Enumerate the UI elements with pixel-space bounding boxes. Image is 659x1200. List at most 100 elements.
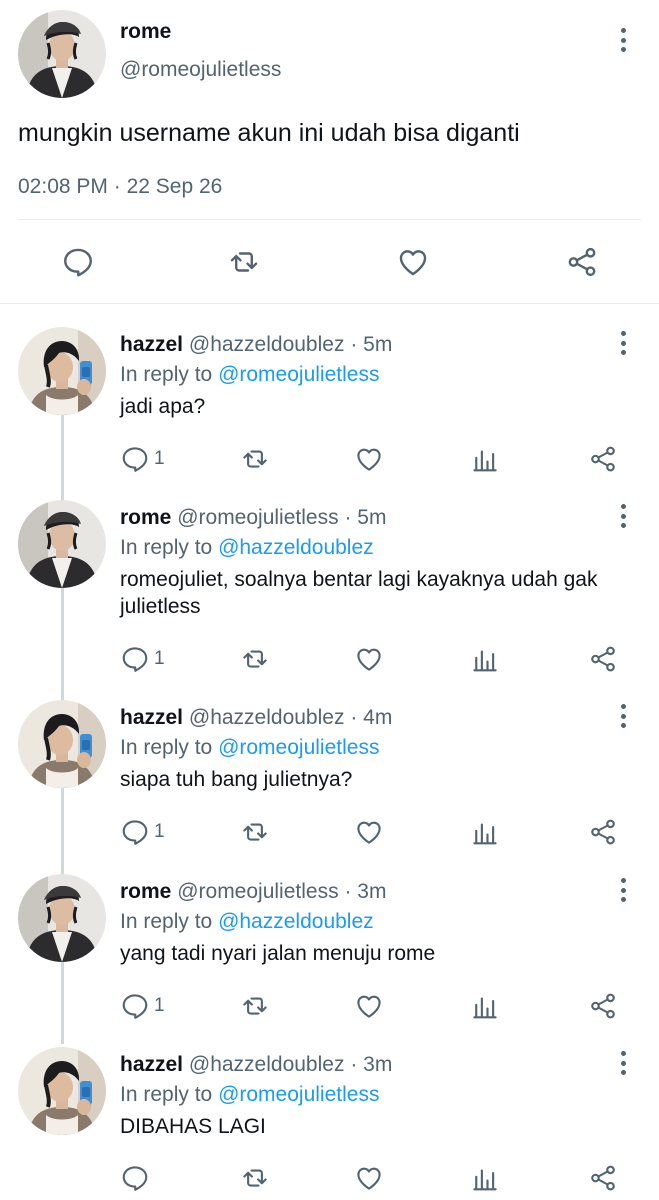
reply-icon (120, 991, 150, 1021)
like-button[interactable] (354, 1161, 384, 1195)
reply-actions: 1 (0, 442, 659, 476)
reply-button[interactable] (120, 1161, 154, 1195)
share-icon (565, 245, 599, 279)
avatar[interactable] (18, 10, 106, 98)
analytics-button[interactable] (470, 642, 500, 676)
author-handle[interactable]: @romeojulietless (177, 880, 338, 903)
reply-icon (120, 444, 150, 474)
reply-header: hazzel @hazzeldoublez · 4m (120, 706, 392, 730)
reply-count: 1 (154, 448, 165, 469)
author-handle[interactable]: @hazzeldoublez (189, 1053, 345, 1076)
share-icon (588, 991, 618, 1021)
analytics-button[interactable] (470, 442, 500, 476)
reply-button[interactable] (56, 240, 100, 284)
like-icon (396, 245, 430, 279)
share-button[interactable] (560, 240, 604, 284)
retweet-button[interactable] (240, 1161, 270, 1195)
reply-age: · 5m (344, 506, 387, 529)
more-options-icon[interactable] (612, 876, 634, 904)
share-icon (588, 817, 618, 847)
avatar[interactable] (18, 874, 106, 962)
analytics-button[interactable] (470, 989, 500, 1023)
share-button[interactable] (588, 1161, 618, 1195)
like-button[interactable] (354, 442, 384, 476)
more-options-icon[interactable] (612, 502, 634, 530)
retweet-button[interactable] (240, 989, 270, 1023)
reply-icon (61, 245, 95, 279)
reply-header: rome @romeojulietless · 3m (120, 880, 386, 904)
avatar[interactable] (18, 1047, 106, 1135)
reply-age: · 5m (350, 333, 393, 356)
retweet-icon (240, 817, 270, 847)
share-icon (588, 1163, 618, 1193)
analytics-button[interactable] (470, 815, 500, 849)
author-handle[interactable]: @romeojulietless (120, 58, 281, 82)
like-button[interactable] (391, 240, 435, 284)
author-handle[interactable]: @romeojulietless (177, 506, 338, 529)
reply-button[interactable]: 1 (120, 815, 165, 849)
avatar[interactable] (18, 327, 106, 415)
analytics-button[interactable] (470, 1161, 500, 1195)
timestamp-separator: · (113, 175, 121, 198)
reply-icon (120, 1163, 150, 1193)
share-button[interactable] (588, 815, 618, 849)
like-icon (354, 644, 384, 674)
more-options-icon[interactable] (612, 26, 634, 54)
in-reply-label: In reply to (120, 736, 213, 759)
mention-link[interactable]: @romeojulietless (218, 736, 379, 759)
like-icon (354, 817, 384, 847)
author-name[interactable]: hazzel (120, 333, 183, 356)
analytics-icon (470, 817, 500, 847)
retweet-button[interactable] (222, 240, 266, 284)
reply-text: romeojuliet, soalnya bentar lagi kayakny… (120, 568, 598, 618)
share-button[interactable] (588, 442, 618, 476)
reply-text: jadi apa? (120, 395, 206, 418)
analytics-icon (470, 644, 500, 674)
mention-link[interactable]: @hazzeldoublez (218, 910, 374, 933)
author-name[interactable]: hazzel (120, 1053, 183, 1076)
more-options-icon[interactable] (612, 702, 634, 730)
share-button[interactable] (588, 989, 618, 1023)
retweet-button[interactable] (240, 442, 270, 476)
reply-text: siapa tuh bang julietnya? (120, 768, 353, 791)
avatar[interactable] (18, 700, 106, 788)
mention-link[interactable]: @romeojulietless (218, 1083, 379, 1106)
retweet-button[interactable] (240, 642, 270, 676)
author-handle[interactable]: @hazzeldoublez (189, 706, 345, 729)
reply-button[interactable]: 1 (120, 989, 165, 1023)
reply-header: hazzel @hazzeldoublez · 5m (120, 333, 392, 357)
author-handle[interactable]: @hazzeldoublez (189, 333, 345, 356)
like-icon (354, 1163, 384, 1193)
author-name[interactable]: rome (120, 880, 171, 903)
mention-link[interactable]: @hazzeldoublez (218, 536, 374, 559)
author-name[interactable]: hazzel (120, 706, 183, 729)
more-options-icon[interactable] (612, 1049, 634, 1077)
avatar[interactable] (18, 500, 106, 588)
mention-link[interactable]: @romeojulietless (218, 363, 379, 386)
retweet-icon (240, 644, 270, 674)
reply-age: · 4m (350, 706, 393, 729)
reply-actions: 1 (0, 642, 659, 676)
share-button[interactable] (588, 642, 618, 676)
author-name[interactable]: rome (120, 506, 171, 529)
like-button[interactable] (354, 815, 384, 849)
reply-count: 1 (154, 995, 165, 1016)
reply-age: · 3m (350, 1053, 393, 1076)
tweet-date: 22 Sep 26 (126, 175, 223, 198)
retweet-button[interactable] (240, 815, 270, 849)
in-reply-label: In reply to (120, 910, 213, 933)
like-button[interactable] (354, 989, 384, 1023)
more-options-icon[interactable] (612, 329, 634, 357)
in-reply-label: In reply to (120, 536, 213, 559)
like-button[interactable] (354, 642, 384, 676)
like-icon (354, 444, 384, 474)
tweet-time: 02:08 PM (18, 175, 108, 198)
reply-button[interactable]: 1 (120, 642, 165, 676)
analytics-icon (470, 444, 500, 474)
analytics-icon (470, 1163, 500, 1193)
reply-button[interactable]: 1 (120, 442, 165, 476)
reply-header: hazzel @hazzeldoublez · 3m (120, 1053, 392, 1077)
reply-text: yang tadi nyari jalan menuju rome (120, 942, 436, 965)
reply-actions: 1 (0, 815, 659, 849)
author-name[interactable]: rome (120, 20, 171, 44)
